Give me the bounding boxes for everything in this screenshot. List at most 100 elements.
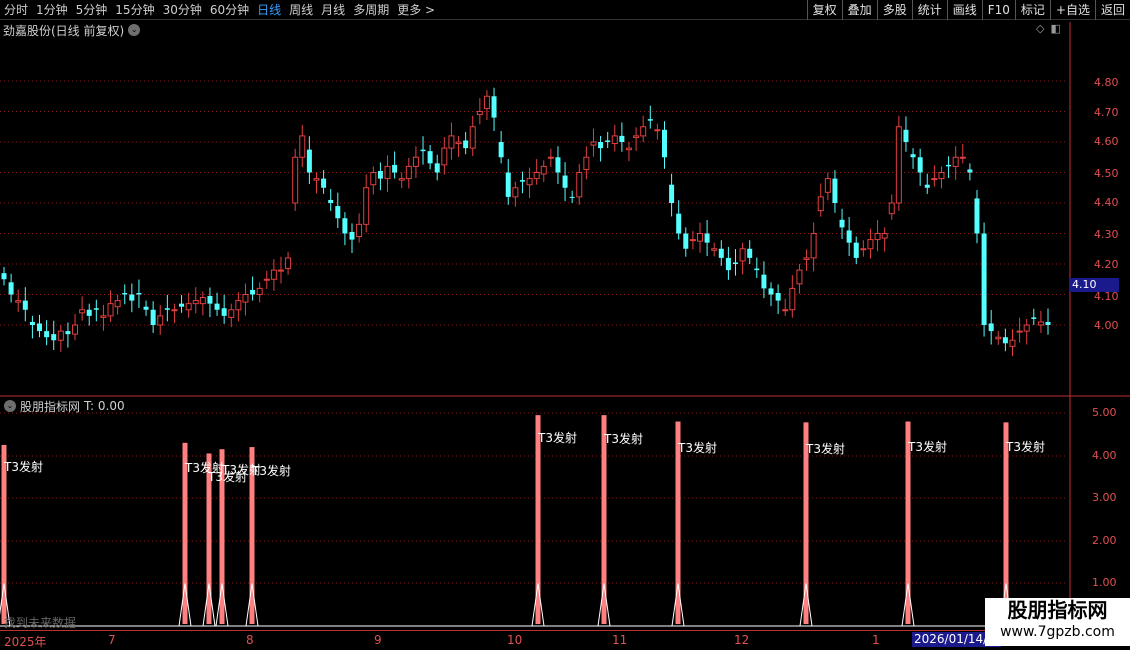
price-tick: 4.00 — [1094, 319, 1119, 332]
candle-body-down — [598, 142, 604, 149]
candle-body-up — [405, 165, 412, 180]
candle-body-down — [29, 321, 35, 325]
candle-body-down — [519, 180, 525, 182]
candle-body-up — [412, 156, 419, 167]
candle-body-down — [853, 242, 859, 258]
side-info-strip[interactable] — [1118, 22, 1130, 392]
candle-body-up — [931, 178, 938, 181]
kline-chart[interactable] — [0, 0, 1130, 650]
candle-body-up — [448, 135, 455, 149]
candle-body-down — [207, 296, 213, 304]
side-info-strip-lower[interactable] — [1118, 398, 1130, 628]
month-label: 8 — [246, 633, 254, 647]
price-tick: 4.60 — [1094, 135, 1119, 148]
candle-body-up — [689, 239, 696, 242]
candle-body-up — [860, 248, 867, 251]
candle-body-down — [392, 164, 398, 173]
price-tick: 4.80 — [1094, 76, 1119, 89]
diamond-icon[interactable]: ◇ — [1036, 22, 1044, 36]
candle-body-down — [910, 154, 916, 158]
candle-body-down — [214, 303, 220, 310]
chevron-down-icon[interactable]: ⌄ — [128, 24, 141, 36]
watermark-url: www.7gpzb.com — [1000, 624, 1115, 640]
chevron-down-icon[interactable]: ⌄ — [4, 400, 16, 412]
candle-body-up — [867, 239, 874, 250]
candle-body-up — [540, 165, 547, 175]
candle-body-down — [903, 129, 909, 142]
candle-body-down — [733, 262, 739, 264]
candle-body-up — [277, 269, 284, 272]
candle-body-up — [171, 309, 178, 312]
indicator-tick: 1.00 — [1092, 576, 1117, 589]
candle-body-up — [185, 303, 192, 311]
candle-body-up — [72, 324, 79, 335]
candle-body-up — [192, 300, 199, 305]
month-label: 2025年 — [4, 635, 47, 649]
candle-body-down — [946, 164, 952, 167]
candle-body-up — [228, 309, 235, 318]
signal-label: T3发射 — [252, 464, 291, 478]
candle-body-down — [725, 257, 731, 271]
candle-body-up — [256, 287, 263, 295]
candle-body-down — [136, 292, 142, 295]
price-tick: 4.50 — [1094, 167, 1119, 180]
candle-body-down — [647, 119, 653, 121]
indicator-header: ⌄ 股朋指标网 T: 0.00 — [0, 398, 125, 414]
price-tick: 4.20 — [1094, 258, 1119, 271]
candle-body-down — [221, 308, 227, 316]
candle-body-down — [420, 149, 426, 152]
site-watermark: 股朋指标网 www.7gpzb.com — [985, 598, 1130, 646]
candle-body-up — [441, 147, 448, 166]
candle-body-down — [377, 170, 383, 179]
candle-body-down — [832, 178, 838, 203]
candle-body-down — [150, 309, 156, 325]
candlestick-series — [1, 87, 1051, 357]
candle-body-up — [363, 187, 370, 225]
window-icon[interactable]: ◧ — [1050, 22, 1060, 36]
candle-body-up — [782, 309, 789, 312]
candle-body-up — [483, 95, 490, 109]
candle-body-down — [839, 219, 845, 228]
candle-body-down — [498, 142, 504, 158]
candle-body-down — [605, 140, 611, 142]
candle-body-down — [505, 172, 511, 197]
candle-body-down — [434, 163, 440, 173]
candle-body-up — [711, 248, 718, 251]
candle-body-down — [988, 323, 994, 332]
candle-body-up — [292, 156, 299, 204]
candle-body-up — [455, 141, 462, 145]
candle-body-down — [747, 248, 753, 258]
candle-body-up — [270, 269, 277, 280]
candle-body-up — [242, 294, 249, 303]
candle-body-down — [562, 175, 568, 188]
indicator-tick: 2.00 — [1092, 534, 1117, 547]
indicator-name[interactable]: 股朋指标网 — [20, 398, 80, 415]
candle-body-down — [761, 274, 767, 289]
candle-body-down — [569, 196, 575, 198]
indicator-tick: 5.00 — [1092, 406, 1117, 419]
candle-body-down — [129, 294, 135, 301]
candle-body-down — [463, 140, 469, 149]
candle-body-up — [313, 178, 320, 181]
candle-body-down — [143, 306, 149, 310]
stock-title-row: 劲嘉股份(日线 前复权) ⌄ — [0, 21, 141, 39]
candle-body-down — [306, 149, 312, 173]
candle-body-down — [427, 151, 433, 164]
candle-body-up — [640, 126, 647, 137]
candle-body-up — [796, 269, 803, 285]
candle-body-down — [321, 178, 327, 188]
candle-body-up — [938, 172, 945, 180]
month-label: 7 — [108, 633, 116, 647]
candle-body-up — [476, 111, 483, 116]
indicator-tick: 3.00 — [1092, 491, 1117, 504]
signal-label: T3发射 — [806, 442, 845, 456]
candle-body-down — [669, 184, 675, 203]
candle-body-down — [676, 213, 682, 234]
candle-body-down — [619, 135, 625, 142]
candle-body-up — [881, 233, 888, 239]
candle-body-up — [888, 202, 895, 215]
month-label: 9 — [374, 633, 382, 647]
candle-body-up — [107, 303, 114, 317]
candle-body-down — [1, 273, 7, 280]
candle-body-down — [37, 323, 43, 332]
